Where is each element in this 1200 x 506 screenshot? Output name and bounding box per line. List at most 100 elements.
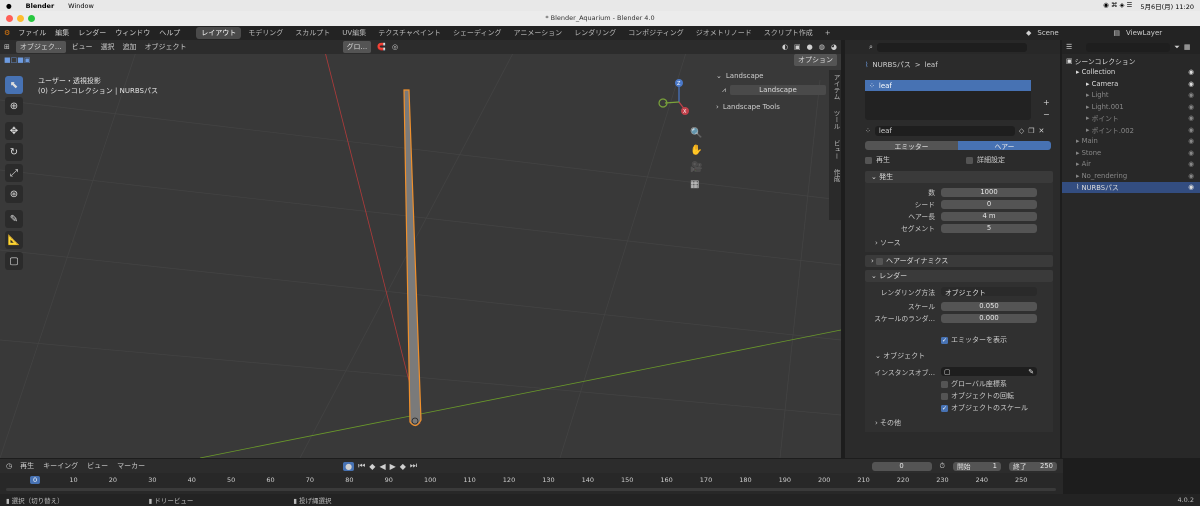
mode-selector[interactable]: オブジェク... (15, 41, 66, 53)
source-subpanel[interactable]: › ソース (865, 237, 1053, 249)
duplicate-icon[interactable]: ❐ (1028, 127, 1034, 135)
tab-emitter[interactable]: エミッター (865, 141, 958, 151)
eye-icon[interactable]: ◉ (1188, 103, 1194, 111)
window-menu[interactable]: Window (68, 2, 94, 10)
stopwatch-icon[interactable]: ⏱ (940, 462, 945, 471)
workspace-tab[interactable]: ジオメトリノード (691, 27, 757, 39)
tab-create[interactable]: 作成 (831, 169, 841, 182)
outliner-row[interactable]: ▸ Collection ◉ (1062, 67, 1200, 79)
3d-viewport[interactable]: ⊞ オブジェク... ビュー 選択 追加 オブジェクト グロ... 🧲 ◎ ◐ ▣ ●… (0, 40, 841, 458)
segments-field[interactable]: 5 (941, 223, 1037, 233)
options-dropdown[interactable]: オプション (794, 53, 837, 66)
eyedropper-icon[interactable]: ✎ (1028, 368, 1034, 376)
pan-hand-icon[interactable]: ✋ (690, 145, 702, 156)
timeline-menu-item[interactable]: 再生 (20, 461, 34, 471)
snap-icon[interactable]: 🧲 (377, 43, 386, 51)
end-frame-field[interactable]: 終了 250 (1009, 461, 1057, 471)
scale-field[interactable]: 0.050 (941, 301, 1037, 311)
top-menu-item[interactable]: 編集 (55, 28, 69, 38)
play-icon[interactable]: ▶ (390, 462, 396, 471)
landscape-button[interactable]: Landscape (729, 85, 826, 95)
camera-view-icon[interactable]: 🎥 (690, 162, 702, 173)
cursor-tool-icon[interactable]: ⊕ (5, 97, 23, 115)
workspace-tab[interactable]: + (820, 28, 836, 38)
new-collection-icon[interactable]: ▦ (1184, 43, 1191, 51)
workspace-tab[interactable]: スカルプト (290, 27, 335, 39)
tab-hair[interactable]: ヘアー (958, 141, 1051, 151)
emission-panel-header[interactable]: ⌄ 発生 (865, 171, 1053, 183)
scene-selector[interactable]: Scene (1037, 29, 1107, 37)
timeline-menu-item[interactable]: ビュー (87, 461, 108, 471)
eye-icon[interactable]: ◉ (1188, 126, 1194, 134)
overlay-icon[interactable]: ◐ (782, 43, 788, 51)
orientation-selector[interactable]: グロ... (342, 41, 372, 53)
viewport-menu-item[interactable]: 追加 (123, 42, 137, 52)
eye-icon[interactable]: ◉ (1188, 91, 1194, 99)
eye-icon[interactable]: ◉ (1188, 114, 1194, 122)
transform-tool-icon[interactable]: ⊛ (5, 185, 23, 203)
object-rotation-checkbox[interactable] (941, 392, 948, 400)
eye-icon[interactable]: ◉ (1188, 80, 1194, 88)
prop-search-icon[interactable]: ⌕ (869, 43, 873, 52)
record-icon[interactable]: ● (343, 461, 355, 471)
render-as-dropdown[interactable]: オブジェクト (941, 287, 1037, 297)
tab-item[interactable]: アイテム (831, 74, 841, 100)
top-menu-item[interactable]: ファイル (18, 28, 46, 38)
tab-tool[interactable]: ツール (831, 110, 841, 130)
timeline-menu-item[interactable]: キーイング (43, 461, 78, 471)
outliner-row[interactable]: ▸ Stone ◉ (1062, 147, 1200, 159)
app-menu[interactable]: Blender (26, 2, 55, 10)
shading-solid-icon[interactable]: ● (807, 43, 813, 51)
start-frame-field[interactable]: 開始 1 (953, 461, 1001, 471)
workspace-tab[interactable]: テクスチャペイント (373, 27, 446, 39)
xray-icon[interactable]: ▣ (794, 43, 801, 51)
filter-icon[interactable]: ⏷ (1174, 43, 1180, 52)
number-field[interactable]: 1000 (941, 187, 1037, 197)
hair-length-field[interactable]: 4 m (941, 211, 1037, 221)
viewport-menu-item[interactable]: ビュー (72, 42, 93, 52)
particle-systems-list[interactable]: ⁘ leaf (865, 80, 1031, 120)
outliner-row[interactable]: ▸ ポイント.002 ◉ (1062, 124, 1200, 136)
rotate-tool-icon[interactable]: ↻ (5, 143, 23, 161)
outliner-row[interactable]: ▸ Air ◉ (1062, 159, 1200, 171)
outliner-search[interactable] (1086, 42, 1171, 52)
timeline-scrollbar[interactable] (6, 488, 1056, 491)
advanced-checkbox[interactable] (966, 156, 973, 164)
add-slot-button[interactable]: + (1043, 98, 1050, 107)
eye-icon[interactable]: ◉ (1188, 149, 1194, 157)
next-key-icon[interactable]: ◆ (400, 462, 406, 471)
select-mode-icons[interactable]: ■□■▣ (4, 56, 30, 64)
jump-end-icon[interactable]: ⏭ (410, 461, 417, 471)
jump-start-icon[interactable]: ⏮ (358, 461, 365, 471)
seed-field[interactable]: 0 (941, 199, 1037, 209)
outliner-row[interactable]: ▸ No_rendering ◉ (1062, 170, 1200, 182)
render-panel-header[interactable]: ⌄ レンダー (865, 270, 1053, 282)
editor-type-icon[interactable]: ⊞ (4, 43, 10, 51)
frame-ruler[interactable]: 0 10 20 30 40 50 60 70 80 90 100 110 120 130 140 150 160… (0, 476, 1063, 486)
object-scale-checkbox[interactable]: ✓ (941, 404, 948, 412)
outliner-row[interactable]: ▸ Light.001 ◉ (1062, 101, 1200, 113)
hair-dynamics-header[interactable]: › ヘアーダイナミクス (865, 255, 1053, 267)
workspace-tab[interactable]: アニメーション (508, 27, 567, 39)
particle-settings-name[interactable]: leaf (874, 126, 1015, 136)
timeline-editor-icon[interactable]: ◷ (6, 462, 12, 470)
top-menu-item[interactable]: レンダー (78, 28, 106, 38)
top-menu-item[interactable]: ウィンドウ (115, 28, 150, 38)
add-cube-tool-icon[interactable]: ▢ (5, 252, 23, 270)
zoom-icon[interactable]: 🔍 (690, 128, 702, 139)
tab-view[interactable]: ビュー (831, 140, 841, 160)
navigation-gizmo[interactable]: Z X (655, 76, 695, 122)
outliner-display-icon[interactable]: ☰ (1066, 43, 1072, 51)
shading-material-icon[interactable]: ◍ (819, 43, 825, 51)
global-coords-checkbox[interactable] (941, 380, 948, 388)
blender-logo-icon[interactable]: ⚙ (4, 29, 10, 37)
outliner-row[interactable]: ▸ Camera ◉ (1062, 78, 1200, 90)
prev-key-icon[interactable]: ◆ (369, 462, 375, 471)
eye-icon[interactable]: ◉ (1188, 68, 1194, 76)
unlink-icon[interactable]: ✕ (1039, 127, 1045, 135)
outliner-row[interactable]: ▸ Light ◉ (1062, 90, 1200, 102)
landscape-tools-header[interactable]: Landscape Tools (723, 103, 780, 111)
properties-search[interactable] (876, 42, 1027, 52)
workspace-tab[interactable]: モデリング (243, 27, 288, 39)
viewport-menu-item[interactable]: 選択 (101, 42, 115, 52)
